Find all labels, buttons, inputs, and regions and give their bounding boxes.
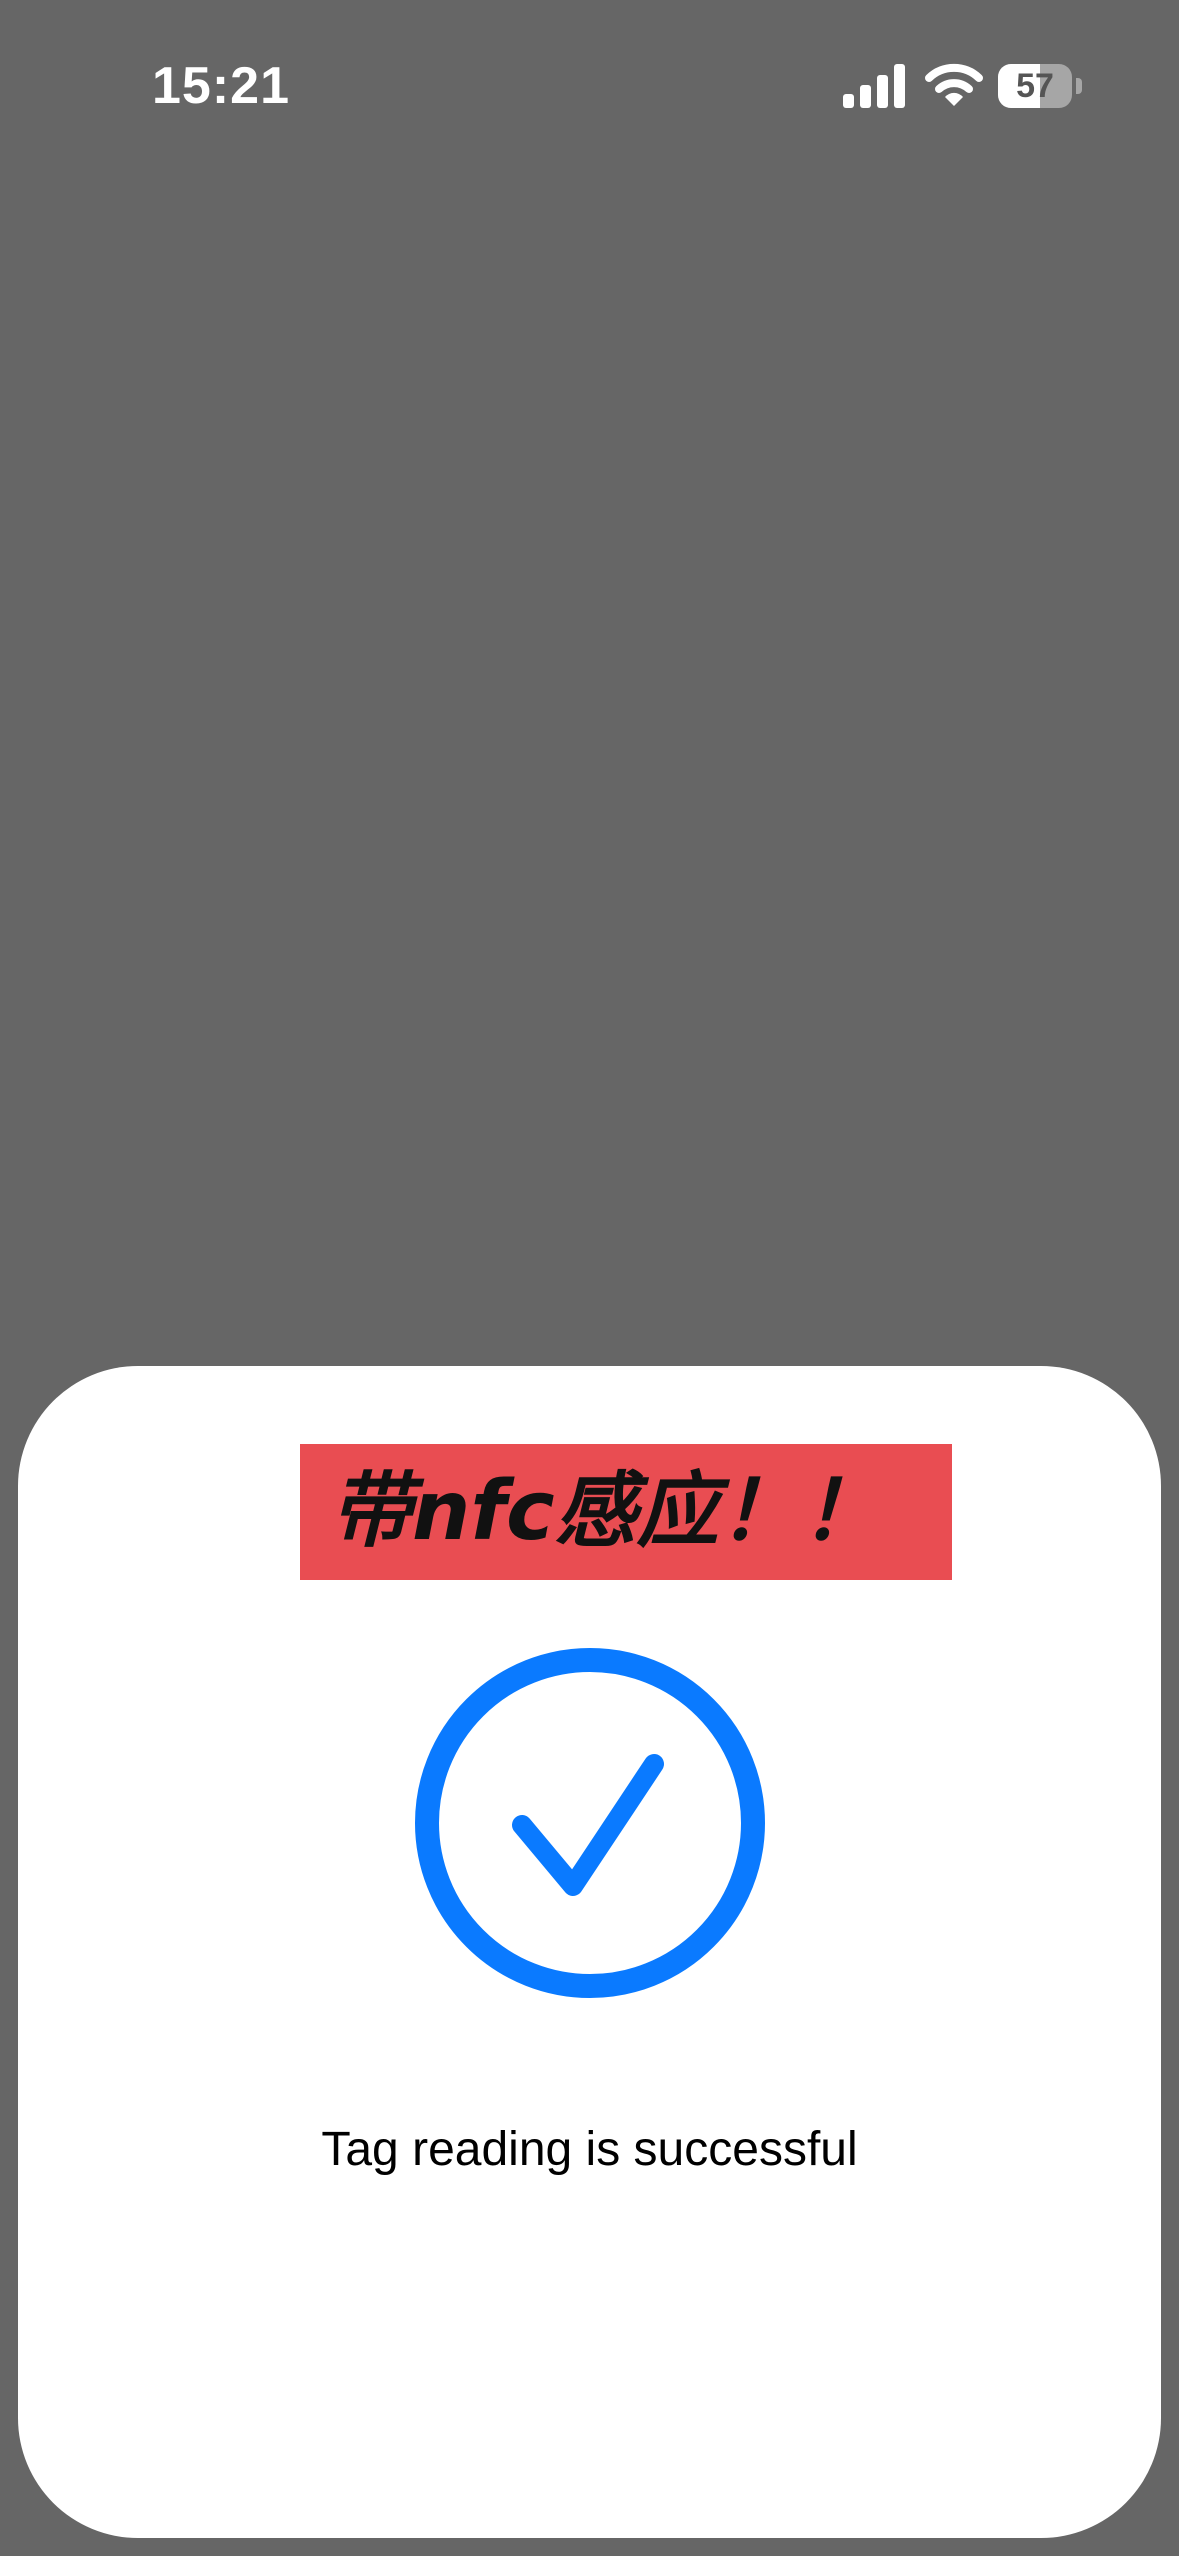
checkmark-circle-icon — [415, 1648, 765, 1998]
battery-tip — [1076, 78, 1082, 94]
battery-level: 57 — [1016, 67, 1054, 105]
status-bar: 15:21 57 — [0, 0, 1179, 170]
battery-body: 57 — [998, 64, 1072, 108]
status-message: Tag reading is successful — [321, 2123, 858, 2176]
promo-banner: 带nfc感应！！ — [300, 1444, 952, 1580]
battery-icon: 57 — [998, 64, 1082, 108]
cellular-signal-icon — [843, 64, 905, 108]
status-time: 15:21 — [152, 57, 290, 115]
wifi-icon — [925, 63, 983, 106]
